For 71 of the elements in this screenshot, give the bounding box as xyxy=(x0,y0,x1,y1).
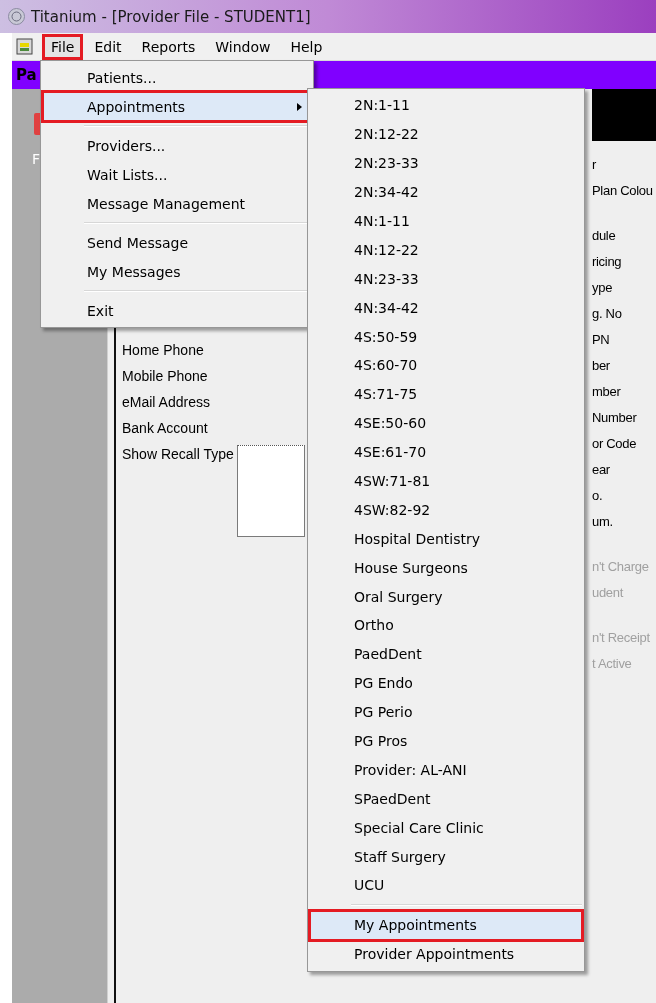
recall-type-list[interactable] xyxy=(236,445,305,537)
field-label: n't Receipt xyxy=(592,629,650,647)
field-label: mber xyxy=(592,383,621,401)
header-bar xyxy=(592,89,656,141)
menu-item[interactable]: Provider Appointments xyxy=(310,939,582,969)
menu-title[interactable]: Reports xyxy=(135,36,202,57)
menu-title[interactable]: Edit xyxy=(88,36,128,57)
menu-item[interactable]: 4SW:82-92 xyxy=(310,495,582,525)
menu-item[interactable]: 4SE:61-70 xyxy=(310,437,582,467)
field-label: or Code xyxy=(592,435,637,453)
menu-item[interactable]: SPaedDent xyxy=(310,784,582,814)
menu-item[interactable]: My Messages xyxy=(43,257,311,286)
menu-item[interactable]: PG Perio xyxy=(310,697,582,727)
menu-item[interactable]: 4S:60-70 xyxy=(310,351,582,380)
field-label: Show Recall Type xyxy=(122,445,234,464)
menu-item[interactable]: 4S:71-75 xyxy=(310,379,582,409)
menu-item[interactable]: 4N:12-22 xyxy=(310,235,582,265)
document-icon[interactable] xyxy=(16,38,33,55)
field-label: um. xyxy=(592,513,613,531)
field-label: PN xyxy=(592,331,610,349)
field-label: ricing xyxy=(592,253,622,271)
menu-item[interactable]: 2N:23-33 xyxy=(310,148,582,178)
field-label: Mobile Phone xyxy=(122,367,208,386)
menu-item[interactable]: Send Message xyxy=(43,228,311,257)
menu-item[interactable]: Providers... xyxy=(43,131,311,160)
field-label: eMail Address xyxy=(122,393,210,412)
menu-item[interactable]: Hospital Dentistry xyxy=(310,524,582,554)
menu-item[interactable]: Oral Surgery xyxy=(310,582,582,612)
menu-item[interactable]: Exit xyxy=(43,296,311,325)
menu-item[interactable]: Wait Lists... xyxy=(43,160,311,189)
menu-item[interactable]: 4N:1-11 xyxy=(310,206,582,236)
field-label: Bank Account xyxy=(122,419,208,438)
menu-item[interactable]: 4N:23-33 xyxy=(310,264,582,294)
field-label: dule xyxy=(592,227,616,245)
app-logo-icon xyxy=(8,8,25,25)
menu-item[interactable]: Patients... xyxy=(43,63,311,92)
field-label: g. No xyxy=(592,305,622,323)
field-label: udent xyxy=(592,584,624,602)
window-title: Titanium - [Provider File - STUDENT1] xyxy=(31,7,311,26)
field-label: Plan Colou xyxy=(592,182,653,200)
menu-item[interactable]: PG Pros xyxy=(310,726,582,756)
field-label: ype xyxy=(592,279,613,297)
field-label: Number xyxy=(592,409,637,427)
field-label: o. xyxy=(592,487,603,505)
menu-item[interactable]: House Surgeons xyxy=(310,553,582,583)
menu-item[interactable]: Staff Surgery xyxy=(310,842,582,872)
field-label: t Active xyxy=(592,655,632,673)
menu-item[interactable]: 2N:1-11 xyxy=(310,91,582,120)
menu-item[interactable]: PaedDent xyxy=(310,639,582,669)
menu-title[interactable]: Help xyxy=(284,36,329,57)
menu-item[interactable]: 4SE:50-60 xyxy=(310,408,582,438)
menu-item[interactable]: 4S:50-59 xyxy=(310,322,582,351)
menu-item[interactable]: My Appointments xyxy=(310,910,582,940)
menu-item[interactable]: 4N:34-42 xyxy=(310,293,582,323)
menu-item[interactable]: PG Endo xyxy=(310,668,582,698)
field-label: n't Charge xyxy=(592,558,649,576)
menu-title[interactable]: File xyxy=(45,36,81,57)
menu-item[interactable]: Special Care Clinic xyxy=(310,813,582,843)
menu-item[interactable]: Provider: AL-ANI xyxy=(310,755,582,785)
menu-item[interactable]: 4SW:71-81 xyxy=(310,466,582,496)
menu-title[interactable]: Window xyxy=(209,36,277,57)
menu-item[interactable]: UCU xyxy=(310,871,582,900)
field-label: r xyxy=(592,156,597,174)
field-label: Home Phone xyxy=(122,341,204,360)
field-label: ber xyxy=(592,357,610,375)
menu-item[interactable]: Message Management xyxy=(43,189,311,218)
menu-item[interactable]: Ortho xyxy=(310,611,582,640)
menu-item[interactable]: 2N:12-22 xyxy=(310,119,582,149)
menu-item[interactable]: 2N:34-42 xyxy=(310,177,582,207)
submenu-arrow-icon xyxy=(297,102,302,111)
field-label: ear xyxy=(592,461,610,479)
